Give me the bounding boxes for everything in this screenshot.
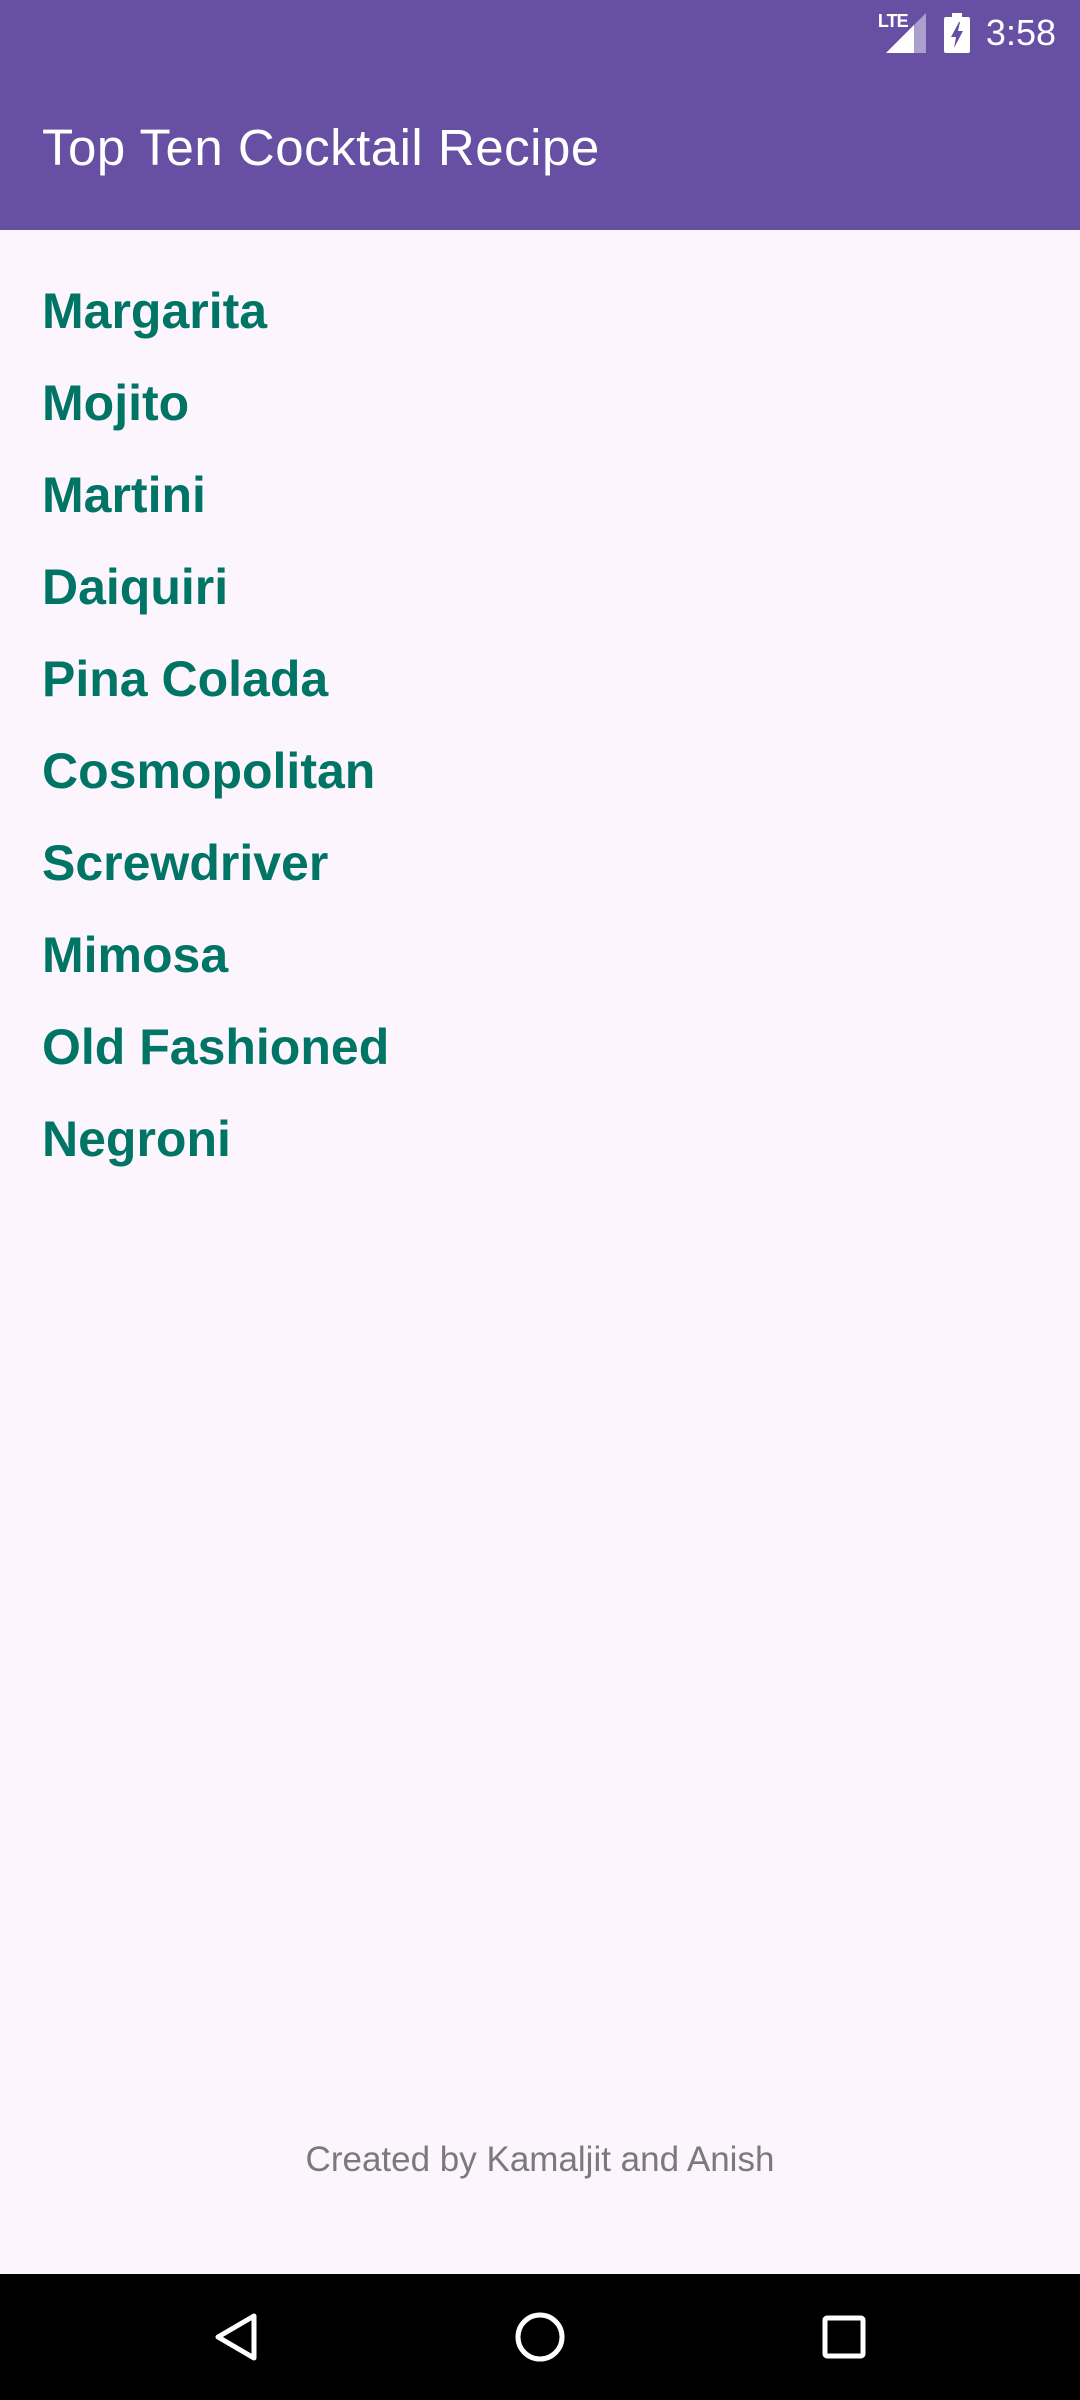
list-item[interactable]: Cosmopolitan — [42, 725, 389, 817]
lte-signal-icon: LTE — [878, 11, 928, 55]
clock: 3:58 — [985, 12, 1056, 53]
battery-charging-icon — [943, 13, 970, 53]
list-item[interactable]: Daiquiri — [42, 541, 389, 633]
back-icon — [215, 2313, 257, 2361]
recents-button[interactable] — [781, 2274, 907, 2400]
footer-credit: Created by Kamaljit and Anish — [305, 2140, 775, 2179]
list-item[interactable]: Margarita — [42, 265, 389, 357]
app-bar: LTE 3:58 Top Ten Cocktail Recipe — [0, 0, 1080, 230]
home-icon — [515, 2312, 565, 2362]
back-button[interactable] — [173, 2274, 299, 2400]
list-item[interactable]: Screwdriver — [42, 817, 389, 909]
list-item[interactable]: Old Fashioned — [42, 1001, 389, 1093]
list-item[interactable]: Pina Colada — [42, 633, 389, 725]
status-icons: LTE 3:58 — [878, 10, 1056, 56]
list-item[interactable]: Negroni — [42, 1093, 389, 1185]
status-bar: LTE 3:58 — [0, 0, 1080, 66]
list-item[interactable]: Mimosa — [42, 909, 389, 1001]
app-title: Top Ten Cocktail Recipe — [42, 119, 600, 176]
recents-icon — [822, 2315, 866, 2359]
navigation-bar — [0, 2274, 1080, 2400]
list-item[interactable]: Martini — [42, 449, 389, 541]
list-item[interactable]: Mojito — [42, 357, 389, 449]
home-button[interactable] — [477, 2274, 603, 2400]
cocktail-list: Margarita Mojito Martini Daiquiri Pina C… — [42, 265, 389, 1185]
